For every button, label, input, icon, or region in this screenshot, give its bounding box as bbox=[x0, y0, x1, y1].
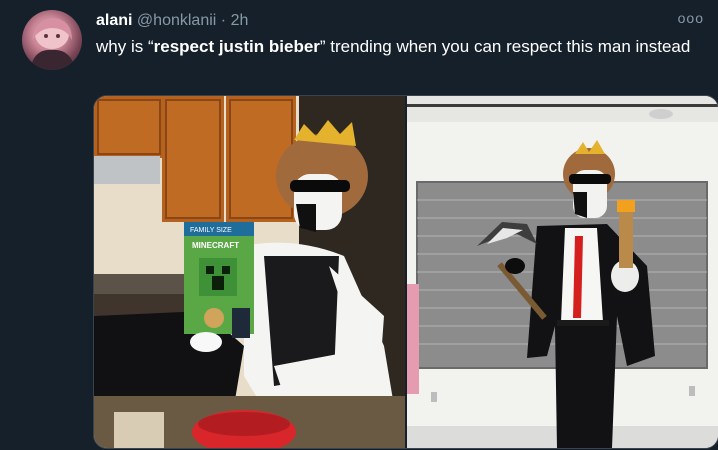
tweet-text-suffix: ” trending when you can respect this man… bbox=[319, 37, 691, 56]
separator-dot: · bbox=[220, 12, 227, 29]
tweet-media: FAMILY SIZE MINECRAFT bbox=[93, 95, 718, 449]
tweet-text-bold: respect justin bieber bbox=[153, 37, 320, 56]
tweet-text-prefix: why is “ bbox=[96, 37, 154, 56]
cereal-box-top-label: FAMILY SIZE bbox=[190, 227, 232, 234]
photo-cosplay-brick-wall bbox=[407, 96, 718, 448]
photo-cosplay-kitchen: FAMILY SIZE MINECRAFT bbox=[94, 96, 405, 448]
tweet-text: why is “respect justin bieber” trending … bbox=[96, 36, 696, 58]
timestamp[interactable]: 2h bbox=[231, 12, 249, 29]
user-handle[interactable]: @honklanii bbox=[137, 12, 216, 29]
display-name[interactable]: alani bbox=[96, 12, 132, 29]
cereal-box-brand: MINECRAFT bbox=[192, 241, 239, 250]
media-photo-left[interactable]: FAMILY SIZE MINECRAFT bbox=[94, 96, 405, 448]
tweet: alani @honklanii · 2h ooo why is “respec… bbox=[0, 0, 718, 450]
avatar[interactable] bbox=[22, 10, 82, 70]
more-options-icon[interactable]: ooo bbox=[678, 10, 704, 26]
tweet-header: alani @honklanii · 2h bbox=[96, 11, 248, 31]
avatar-image bbox=[30, 18, 76, 70]
media-photo-right[interactable] bbox=[407, 96, 718, 448]
